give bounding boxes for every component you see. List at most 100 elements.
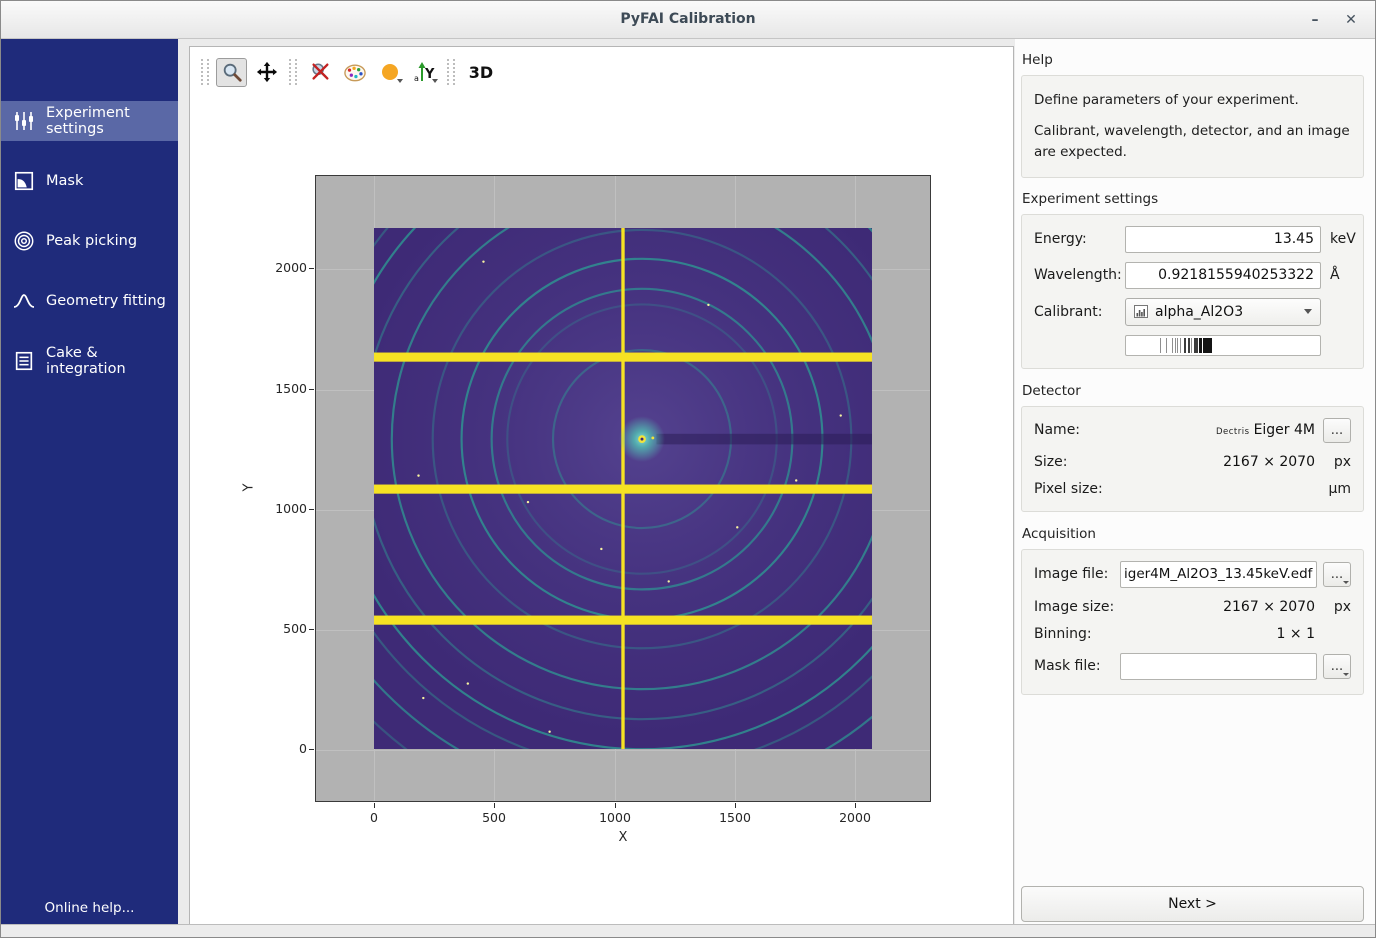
image-file-label: Image file: (1034, 566, 1120, 582)
detector-name-value: DectrisEiger 4M (1080, 422, 1317, 438)
axes-orientation-button[interactable]: a Y (409, 58, 440, 87)
x-tick (374, 803, 375, 808)
palette-icon (343, 61, 367, 83)
colormap-button[interactable] (339, 58, 370, 87)
sidebar-item-experiment-settings[interactable]: Experiment settings (1, 101, 178, 141)
geometry-fitting-icon (11, 289, 37, 313)
experiment-settings-title: Experiment settings (1022, 191, 1364, 207)
sidebar-item-peak-picking[interactable]: Peak picking (1, 221, 178, 261)
sidebar-item-mask[interactable]: Mask (1, 161, 178, 201)
sliders-icon (11, 109, 37, 133)
plot-axes[interactable] (315, 175, 931, 802)
x-tick-label: 1000 (585, 810, 645, 825)
detector-brand: Dectris (1216, 427, 1250, 437)
energy-input[interactable] (1125, 226, 1321, 253)
detector-select-button[interactable]: ... (1323, 418, 1351, 443)
minimize-button[interactable]: – (1303, 9, 1327, 31)
toolbar-grip[interactable] (447, 59, 455, 85)
x-tick-label: 0 (344, 810, 404, 825)
y-tick-label: 2000 (263, 260, 307, 275)
mask-icon (11, 169, 37, 193)
y-tick-label: 0 (263, 741, 307, 756)
image-file-browse-button[interactable]: ... (1323, 562, 1351, 587)
mask-color-button[interactable] (374, 58, 405, 87)
close-button[interactable]: ✕ (1339, 9, 1363, 31)
wavelength-input[interactable] (1125, 262, 1321, 289)
pixel-size-unit: μm (1317, 481, 1351, 497)
y-tick (309, 749, 314, 750)
x-tick-label: 2000 (825, 810, 885, 825)
x-axis-title: X (593, 830, 653, 845)
detector-name-label: Name: (1034, 422, 1080, 438)
binning-value: 1 × 1 (1092, 626, 1317, 642)
image-size-value: 2167 × 2070 (1114, 599, 1317, 615)
x-tick (494, 803, 495, 808)
calibrant-select[interactable]: alpha_Al2O3 (1125, 298, 1321, 326)
acquisition-section-title: Acquisition (1022, 526, 1364, 542)
x-tick-label: 1500 (705, 810, 765, 825)
dropdown-arrow-icon (432, 79, 438, 83)
help-line-1: Define parameters of your experiment. (1034, 90, 1351, 111)
mask-file-input[interactable] (1120, 653, 1317, 680)
pixel-size-label: Pixel size: (1034, 481, 1103, 497)
right-panel: Help Define parameters of your experimen… (1015, 39, 1375, 924)
sidebar-item-geometry-fitting[interactable]: Geometry fitting (1, 281, 178, 321)
svg-text:a: a (414, 74, 419, 83)
help-box: Define parameters of your experiment. Ca… (1021, 75, 1364, 178)
x-tick (735, 803, 736, 808)
detector-image-svg (374, 228, 872, 749)
detector-section-title: Detector (1022, 383, 1364, 399)
zoom-reset-button[interactable] (304, 58, 335, 87)
sidebar: Experiment settings Mask Peak picking (1, 39, 178, 924)
next-button[interactable]: Next > (1021, 886, 1364, 922)
y-tick (309, 389, 314, 390)
pan-mode-button[interactable] (251, 58, 282, 87)
calibrant-value: alpha_Al2O3 (1155, 304, 1243, 320)
acquisition-box: Image file: ... Image size: 2167 × 2070 … (1021, 549, 1364, 695)
pan-icon (256, 61, 278, 83)
mask-file-browse-button[interactable]: ... (1323, 654, 1351, 679)
sidebar-item-label: Cake & integration (46, 345, 178, 377)
toolbar-grip[interactable] (201, 59, 209, 85)
histogram-icon (1134, 305, 1148, 318)
y-tick-label: 500 (263, 621, 307, 636)
help-line-2: Calibrant, wavelength, detector, and an … (1034, 121, 1351, 163)
zoom-mode-button[interactable] (216, 58, 247, 87)
calibrant-label: Calibrant: (1034, 304, 1125, 320)
detector-size-unit: px (1317, 454, 1351, 470)
calibrant-ring-preview (1125, 335, 1321, 356)
toolbar-grip[interactable] (289, 59, 297, 85)
y-tick-label: 1500 (263, 381, 307, 396)
sidebar-item-label: Peak picking (46, 233, 137, 249)
magnifier-icon (221, 61, 243, 83)
x-tick (855, 803, 856, 808)
online-help-link[interactable]: Online help... (1, 900, 178, 916)
dropdown-arrow-icon (1343, 581, 1349, 584)
image-file-input[interactable] (1120, 561, 1317, 588)
sidebar-item-cake-integration[interactable]: Cake & integration (1, 341, 178, 381)
peak-picking-icon (11, 229, 37, 253)
energy-label: Energy: (1034, 231, 1125, 247)
window-title: PyFAI Calibration (1, 1, 1375, 37)
app-window: PyFAI Calibration – ✕ Experiment setting… (0, 0, 1376, 938)
experiment-settings-box: Energy: keV Wavelength: Å Calibrant: (1021, 214, 1364, 369)
detector-size-label: Size: (1034, 454, 1067, 470)
gridline (316, 750, 930, 751)
energy-unit: keV (1321, 231, 1351, 247)
y-tick (309, 509, 314, 510)
view-3d-button[interactable]: 3D (462, 58, 500, 87)
wavelength-unit: Å (1321, 267, 1351, 283)
y-tick (309, 268, 314, 269)
detector-image[interactable] (374, 228, 872, 749)
zoom-reset-icon (309, 61, 331, 83)
plot-toolbar: a Y 3D (196, 56, 502, 88)
status-bar (1, 924, 1375, 937)
detector-box: Name: DectrisEiger 4M ... Size: 2167 × 2… (1021, 406, 1364, 512)
dropdown-arrow-icon (397, 79, 403, 83)
dropdown-arrow-icon (1343, 673, 1349, 676)
y-tick (309, 629, 314, 630)
binning-label: Binning: (1034, 626, 1092, 642)
image-size-label: Image size: (1034, 599, 1114, 615)
help-section-title: Help (1022, 52, 1364, 68)
sidebar-item-label: Mask (46, 173, 83, 189)
